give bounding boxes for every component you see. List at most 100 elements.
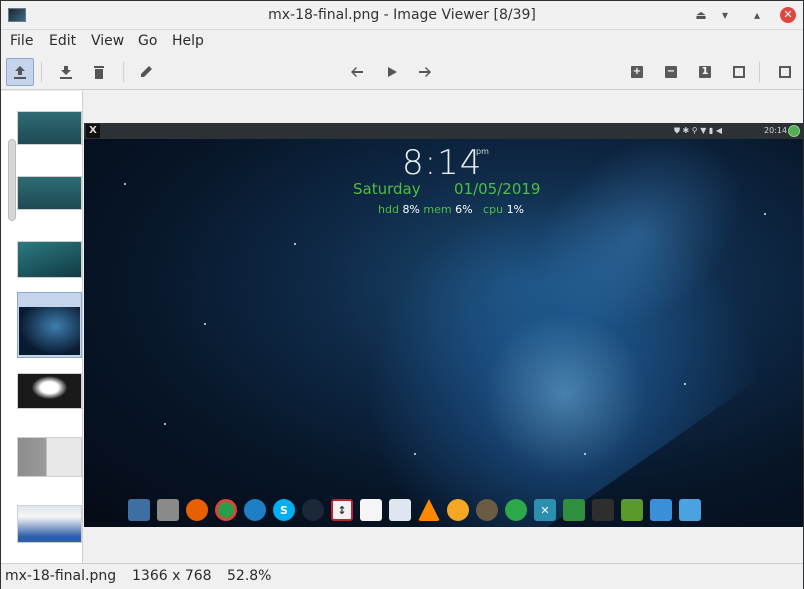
title-bar[interactable]: mx-18-final.png - Image Viewer [8/39] ⏏ … xyxy=(1,1,803,30)
toolbar: + − 1 xyxy=(1,54,803,90)
download-icon xyxy=(60,66,72,79)
actual-size-button[interactable]: 1 xyxy=(691,58,719,86)
drive-icon xyxy=(650,499,672,521)
toolbar-separator xyxy=(41,62,42,82)
menu-bar: File Edit View Go Help xyxy=(1,30,803,54)
archive-icon xyxy=(157,499,179,521)
thumbnail-pane[interactable] xyxy=(1,91,83,563)
thumbnail-image xyxy=(18,438,81,476)
desktop-panel: X ⛊ ✱ ⚲ ▼ ▮ ◀ 20:14 xyxy=(84,123,803,139)
status-zoom: 52.8% xyxy=(227,568,272,584)
mx-tools-icon: ✕ xyxy=(534,499,556,521)
zoom-in-button[interactable]: + xyxy=(623,58,651,86)
conky-time: 8:14 xyxy=(402,143,483,183)
thumbnail-item[interactable] xyxy=(17,373,82,409)
system-monitor-icon xyxy=(563,499,585,521)
menu-help[interactable]: Help xyxy=(172,33,204,49)
arrow-left-icon xyxy=(351,67,363,77)
transmission-icon: ↕ xyxy=(331,499,353,521)
fullscreen-icon xyxy=(779,66,791,78)
dock: S ↕ ✕ xyxy=(128,499,701,525)
cpu-value: 1% xyxy=(506,203,525,216)
mem-label: mem xyxy=(423,203,452,216)
displayed-image: X ⛊ ✱ ⚲ ▼ ▮ ◀ 20:14 8:14 pm Saturday 01/… xyxy=(84,123,803,527)
zoom-fit-button[interactable] xyxy=(725,58,753,86)
trash-can-icon xyxy=(621,499,643,521)
panel-clock: 20:14 xyxy=(764,126,788,135)
arrow-right-icon xyxy=(419,67,431,77)
mx-logo-icon: X xyxy=(86,124,100,138)
star xyxy=(684,383,686,385)
save-button[interactable] xyxy=(52,58,80,86)
scrollbar-thumb[interactable] xyxy=(8,139,16,221)
trash-icon xyxy=(94,66,104,79)
play-icon xyxy=(388,67,397,77)
pencil-icon xyxy=(141,66,152,77)
chrome-icon xyxy=(215,499,237,521)
zoom-in-icon: + xyxy=(631,66,643,78)
slideshow-button[interactable] xyxy=(378,58,406,86)
thumbnail-item[interactable] xyxy=(17,111,82,145)
hdd-label: hdd xyxy=(378,203,399,216)
thumbnail-item[interactable] xyxy=(17,505,82,543)
skype-icon: S xyxy=(273,499,295,521)
shade-icon[interactable]: ⏏ xyxy=(693,7,709,23)
cpu-label: cpu xyxy=(483,203,504,216)
previous-button[interactable] xyxy=(343,58,371,86)
status-dimensions: 1366 x 768 xyxy=(132,568,212,584)
star xyxy=(124,183,126,185)
image-canvas[interactable]: X ⛊ ✱ ⚲ ▼ ▮ ◀ 20:14 8:14 pm Saturday 01/… xyxy=(84,91,803,563)
conky-stats: hdd 8% mem 6% cpu 1% xyxy=(378,203,524,216)
star xyxy=(294,243,296,245)
edit-button[interactable] xyxy=(132,58,160,86)
toolbar-separator xyxy=(759,62,760,82)
thumbnail-image xyxy=(18,506,81,542)
window-title: mx-18-final.png - Image Viewer [8/39] xyxy=(268,7,536,23)
folder-icon xyxy=(679,499,701,521)
next-button[interactable] xyxy=(411,58,439,86)
image-viewer-window: mx-18-final.png - Image Viewer [8/39] ⏏ … xyxy=(0,0,804,589)
star xyxy=(414,453,416,455)
star xyxy=(164,423,166,425)
zoom-out-button[interactable]: − xyxy=(657,58,685,86)
menu-edit[interactable]: Edit xyxy=(49,33,76,49)
zoom-fit-icon xyxy=(733,66,745,78)
document-icon xyxy=(360,499,382,521)
thumbnail-image xyxy=(18,177,81,209)
thumbnail-image xyxy=(18,374,81,408)
tray-icons: ⛊ ✱ ⚲ ▼ ▮ ◀ xyxy=(674,126,722,135)
menu-go[interactable]: Go xyxy=(138,33,157,49)
thunderbird-icon xyxy=(244,499,266,521)
thumbnail-item[interactable] xyxy=(17,176,82,210)
firefox-icon xyxy=(186,499,208,521)
status-filename: mx-18-final.png xyxy=(5,568,117,584)
thumbnail-item-selected[interactable] xyxy=(17,292,82,358)
open-button[interactable] xyxy=(6,58,34,86)
fullscreen-button[interactable] xyxy=(771,58,799,86)
delete-button[interactable] xyxy=(85,58,113,86)
vlc-icon xyxy=(418,499,440,521)
thumbnail-item[interactable] xyxy=(17,437,82,477)
status-bar: mx-18-final.png 1366 x 768 52.8% xyxy=(1,563,803,589)
zoom-out-icon: − xyxy=(665,66,677,78)
conky-ampm: pm xyxy=(476,147,489,156)
actual-size-icon: 1 xyxy=(699,66,711,78)
menu-view[interactable]: View xyxy=(91,33,124,49)
writer-icon xyxy=(389,499,411,521)
star xyxy=(764,213,766,215)
thumbnail-scrollbar[interactable] xyxy=(4,91,16,563)
terminal-icon xyxy=(592,499,614,521)
thumbnail-image xyxy=(19,307,80,355)
upload-icon xyxy=(14,66,26,79)
clementine-icon xyxy=(447,499,469,521)
finder-icon xyxy=(128,499,150,521)
menu-file[interactable]: File xyxy=(10,33,33,49)
power-icon xyxy=(788,125,800,137)
toolbar-separator xyxy=(123,62,124,82)
maximize-icon[interactable]: ▴ xyxy=(749,7,765,23)
minimize-icon[interactable]: ▾ xyxy=(717,7,733,23)
steam-icon xyxy=(302,499,324,521)
thumbnail-item[interactable] xyxy=(17,241,82,278)
thumbnail-image xyxy=(18,112,81,144)
close-icon[interactable]: ✕ xyxy=(780,7,796,23)
